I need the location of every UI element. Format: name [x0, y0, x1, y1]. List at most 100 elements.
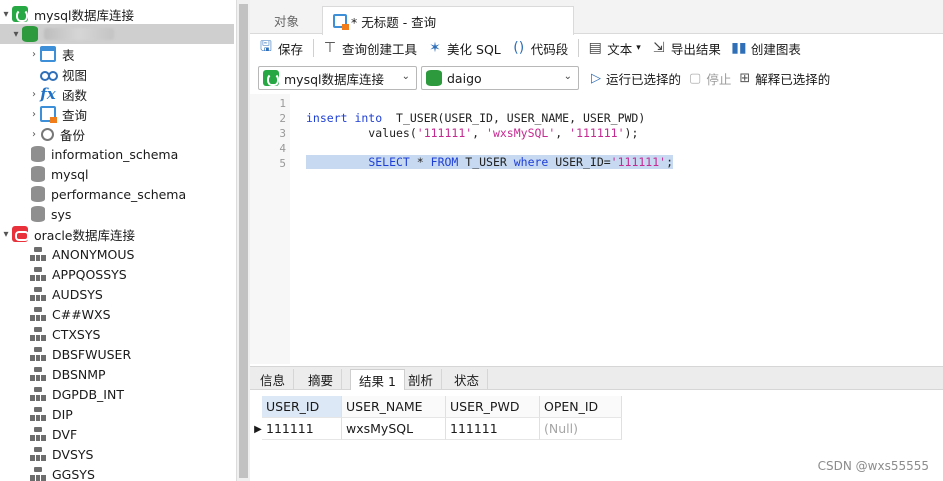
code-line-5-selected: SELECT * FROM T_USER where USER_ID='1111… — [306, 155, 673, 169]
table-cell[interactable]: 111111 — [446, 418, 540, 440]
user-schema-icon — [30, 326, 46, 342]
user-schema-icon — [30, 406, 46, 422]
tree-item-backups[interactable]: › 备份 — [0, 124, 234, 144]
result-grid[interactable]: USER_ID USER_NAME USER_PWD OPEN_ID ▶ 111… — [254, 396, 622, 440]
table-cell[interactable]: 111111 — [262, 418, 342, 440]
query-builder-icon: ⊤ — [323, 40, 337, 56]
tab-status[interactable]: 状态 — [446, 369, 489, 390]
chevron-down-icon: ⌄ — [563, 71, 572, 82]
code-snippet-icon: () — [513, 40, 525, 56]
chevron-right-icon[interactable]: › — [28, 109, 40, 120]
table-row[interactable]: ▶ 111111 wxsMySQL 111111 (Null) — [254, 418, 622, 440]
query-builder-button[interactable]: ⊤ 查询创建工具 — [322, 39, 417, 58]
tree-scrollbar[interactable] — [236, 0, 250, 481]
column-header[interactable]: USER_NAME — [342, 396, 446, 418]
grid-header-row: USER_ID USER_NAME USER_PWD OPEN_ID — [254, 396, 622, 418]
database-icon — [31, 146, 45, 162]
document-tab-bar: 对象 * 无标题 - 查询 — [250, 0, 943, 35]
tab-summary[interactable]: 摘要 — [300, 369, 343, 390]
sql-editor[interactable]: 1 2 3 4 5 insert into T_USER(USER_ID, US… — [250, 94, 943, 364]
watermark: CSDN @wxs55555 — [817, 459, 929, 473]
column-header[interactable]: USER_ID — [262, 396, 342, 418]
tree-item-tables[interactable]: › 表 — [0, 44, 234, 64]
chevron-down-icon: ⌄ — [401, 71, 410, 82]
line-number: 2 — [279, 112, 286, 125]
user-schema-icon — [30, 286, 46, 302]
tree-db-information-schema[interactable]: information_schema — [0, 144, 234, 164]
mysql-connection-icon — [12, 6, 28, 22]
tree-oracle-user[interactable]: DVSYS — [0, 444, 234, 464]
mysql-connection-icon — [263, 70, 279, 86]
explain-icon: ⊞ — [739, 70, 751, 86]
tree-oracle-user[interactable]: GGSYS — [0, 464, 234, 481]
user-schema-icon — [30, 466, 46, 481]
user-schema-icon — [30, 446, 46, 462]
line-number-gutter: 1 2 3 4 5 — [250, 94, 290, 364]
explain-selected-button[interactable]: ⊞ 解释已选择的 — [739, 69, 830, 88]
connection-select[interactable]: mysql数据库连接 ⌄ — [258, 66, 417, 90]
line-number: 4 — [279, 142, 286, 155]
tree-oracle-user[interactable]: APPQOSSYS — [0, 264, 234, 284]
tree-oracle-user[interactable]: CTXSYS — [0, 324, 234, 344]
chevron-right-icon[interactable]: › — [28, 129, 40, 140]
tree-oracle-user[interactable]: DBSNMP — [0, 364, 234, 384]
code-line-2: insert into T_USER(USER_ID, USER_NAME, U… — [306, 111, 646, 125]
tab-objects[interactable]: 对象 — [264, 6, 309, 34]
user-schema-icon — [30, 266, 46, 282]
database-icon — [31, 206, 45, 222]
chevron-right-icon[interactable]: › — [28, 49, 40, 60]
text-menu-button[interactable]: ▤ 文本 ▾ — [587, 39, 641, 58]
table-cell[interactable]: (Null) — [540, 418, 622, 440]
chevron-right-icon[interactable]: › — [28, 89, 40, 100]
run-selected-button[interactable]: ▷ 运行已选择的 — [591, 69, 681, 88]
table-cell[interactable]: wxsMySQL — [342, 418, 446, 440]
oracle-connection-icon — [12, 226, 29, 242]
line-number: 1 — [279, 97, 286, 110]
tree-oracle-user[interactable]: DBSFWUSER — [0, 344, 234, 364]
chevron-down-icon[interactable]: ▾ — [0, 229, 12, 240]
stop-button[interactable]: ▢ 停止 — [689, 69, 731, 88]
tree-item-views[interactable]: 视图 — [0, 64, 234, 84]
tree-db-sys[interactable]: sys — [0, 204, 234, 224]
toolbar-divider — [313, 39, 315, 57]
column-header[interactable]: USER_PWD — [446, 396, 540, 418]
column-header[interactable]: OPEN_ID — [540, 396, 622, 418]
tree-oracle-user[interactable]: ANONYMOUS — [0, 244, 234, 264]
chevron-down-icon[interactable]: ▾ — [10, 29, 22, 40]
database-icon — [426, 70, 442, 86]
tree-db-performance-schema[interactable]: performance_schema — [0, 184, 234, 204]
tree-oracle-user[interactable]: DIP — [0, 404, 234, 424]
code-line-3: values('111111', 'wxsMySQL', '111111'); — [306, 126, 639, 140]
code-snippet-button[interactable]: () 代码段 — [511, 39, 568, 58]
redacted-database-name — [44, 28, 114, 40]
tree-database-selected[interactable]: ▾ — [0, 24, 234, 44]
user-schema-icon — [30, 366, 46, 382]
tree-oracle-user[interactable]: C##WXS — [0, 304, 234, 324]
database-icon — [22, 26, 38, 42]
database-select[interactable]: daigo ⌄ — [421, 66, 579, 90]
tree-oracle-connection[interactable]: ▾ oracle数据库连接 — [0, 224, 234, 244]
create-chart-button[interactable]: ▮▮ 创建图表 — [731, 39, 801, 58]
user-schema-icon — [30, 246, 46, 262]
tree-item-queries[interactable]: › 查询 — [0, 104, 234, 124]
tab-profile[interactable]: 剖析 — [400, 369, 443, 390]
tree-oracle-user[interactable]: AUDSYS — [0, 284, 234, 304]
play-icon: ▷ — [591, 70, 601, 86]
tab-result-1[interactable]: 结果 1 — [350, 369, 405, 390]
tree-db-mysql[interactable]: mysql — [0, 164, 234, 184]
beautify-sql-button[interactable]: ✶ 美化 SQL — [427, 39, 501, 58]
tree-item-functions[interactable]: › fx 函数 — [0, 84, 234, 104]
chevron-down-icon[interactable]: ▾ — [0, 9, 12, 20]
tree-oracle-user[interactable]: DGPDB_INT — [0, 384, 234, 404]
export-results-button[interactable]: ⇲ 导出结果 — [651, 39, 721, 58]
tree-oracle-user[interactable]: DVF — [0, 424, 234, 444]
view-icon — [40, 66, 58, 82]
tree-mysql-connection[interactable]: ▾ mysql数据库连接 — [0, 4, 234, 24]
toolbar-divider — [578, 39, 580, 57]
tab-untitled-query[interactable]: * 无标题 - 查询 — [322, 6, 574, 35]
tab-info[interactable]: 信息 — [252, 369, 295, 390]
query-toolbar: 🖫 保存 ⊤ 查询创建工具 ✶ 美化 SQL () 代码段 ▤ 文本 ▾ ⇲ 导出结果 ▮▮ 创… — [250, 34, 943, 62]
scrollbar-thumb[interactable] — [239, 4, 248, 478]
navigation-tree[interactable]: ▾ mysql数据库连接 ▾ › 表 视图 › fx 函数 › 查询 › 备份 … — [0, 0, 234, 481]
save-button[interactable]: 🖫 保存 — [258, 36, 303, 60]
